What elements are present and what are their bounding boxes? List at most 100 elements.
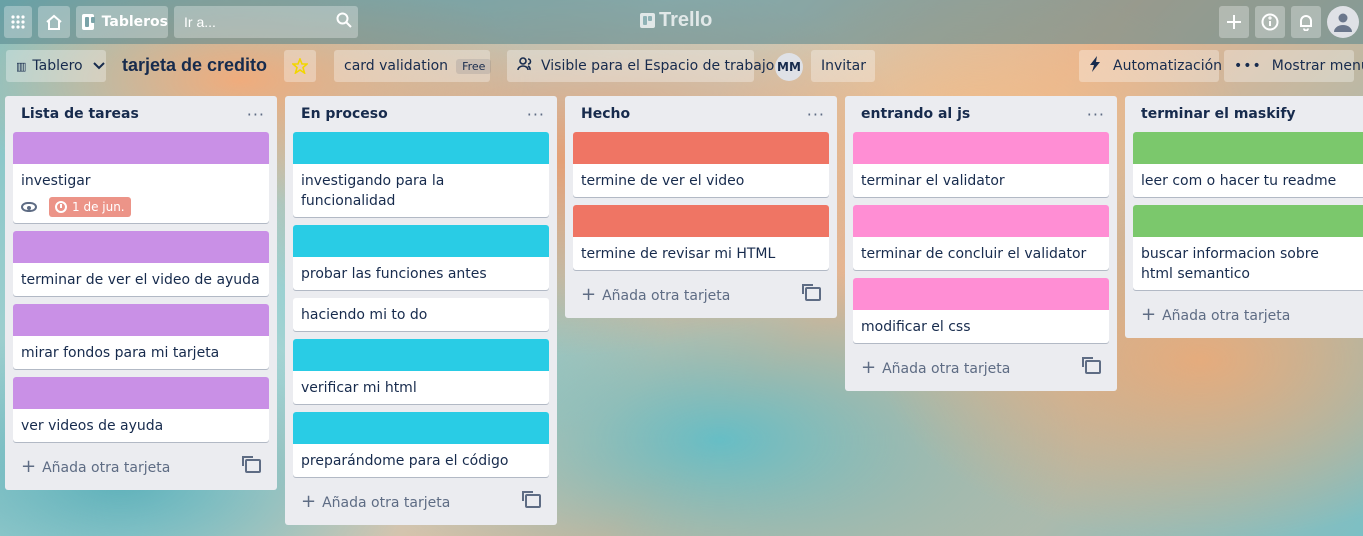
- card-title: mirar fondos para mi tarjeta: [21, 345, 220, 361]
- trello-logo-text: Trello: [659, 9, 713, 31]
- clock-icon: [55, 201, 67, 213]
- card-cover: [293, 339, 549, 371]
- apps-grid-icon[interactable]: [4, 6, 32, 38]
- card[interactable]: terminar de concluir el validator: [853, 205, 1109, 270]
- list-entrando-al-js: entrando al js ··· terminar el validator…: [845, 96, 1117, 391]
- visibility-button[interactable]: Visible para el Espacio de trabajo: [507, 50, 774, 82]
- card-title: modificar el css: [861, 319, 971, 335]
- card-title: investigar: [21, 173, 91, 189]
- create-plus-icon[interactable]: [1219, 6, 1249, 38]
- list-title[interactable]: Hecho: [581, 106, 630, 122]
- show-menu-button[interactable]: ••• Mostrar menú: [1224, 50, 1363, 82]
- list-menu-dots-icon[interactable]: ···: [247, 105, 265, 124]
- card[interactable]: mirar fondos para mi tarjeta: [13, 304, 269, 369]
- card[interactable]: probar las funciones antes: [293, 225, 549, 290]
- card-title: terminar de ver el video de ayuda: [21, 272, 260, 288]
- card[interactable]: ver videos de ayuda: [13, 377, 269, 442]
- automation-button[interactable]: Automatización: [1079, 50, 1222, 82]
- card-cover: [13, 304, 269, 336]
- card-title: leer com o hacer tu readme: [1141, 173, 1337, 189]
- search-input[interactable]: [182, 13, 326, 31]
- card-cover: [1133, 205, 1363, 237]
- card-title: terminar de concluir el validator: [861, 246, 1087, 262]
- card-title: haciendo mi to do: [301, 307, 428, 323]
- card-title: terminar el validator: [861, 173, 1005, 189]
- due-date-badge[interactable]: 1 de jun.: [49, 197, 131, 217]
- card[interactable]: termine de ver el video: [573, 132, 829, 197]
- plus-icon: +: [1141, 303, 1157, 325]
- add-card-label: Añada otra tarjeta: [42, 459, 171, 476]
- top-navigation-bar: Tableros Trello: [0, 0, 1363, 44]
- card[interactable]: modificar el css: [853, 278, 1109, 343]
- card[interactable]: terminar de ver el video de ayuda: [13, 231, 269, 296]
- card-cover: [573, 205, 829, 237]
- card-investigar[interactable]: investigar 1 de jun.: [13, 132, 269, 223]
- member-avatar[interactable]: MM: [775, 53, 803, 81]
- card-title: termine de revisar mi HTML: [581, 246, 776, 262]
- card[interactable]: preparándome para el código: [293, 412, 549, 477]
- search-icon[interactable]: [336, 12, 352, 32]
- workspace-name: card validation: [344, 58, 449, 74]
- home-icon[interactable]: [38, 6, 70, 38]
- trello-logo[interactable]: Trello: [640, 9, 712, 32]
- add-card-button[interactable]: + Añada otra tarjeta: [293, 485, 549, 517]
- board-header: ▥ Tablero tarjeta de credito card valida…: [0, 46, 1363, 88]
- card-cover: [13, 231, 269, 263]
- add-card-button[interactable]: + Añada otra tarjeta: [1133, 298, 1363, 330]
- add-card-button[interactable]: + Añada otra tarjeta: [853, 351, 1109, 383]
- chevron-down-icon: [92, 58, 105, 74]
- search-box[interactable]: [174, 6, 358, 38]
- card[interactable]: buscar informacion sobre html semantico: [1133, 205, 1363, 290]
- card[interactable]: termine de revisar mi HTML: [573, 205, 829, 270]
- add-card-label: Añada otra tarjeta: [1162, 307, 1291, 324]
- card-template-icon[interactable]: [1082, 357, 1101, 374]
- card-cover: [853, 205, 1109, 237]
- more-dots-icon: •••: [1234, 58, 1262, 74]
- card[interactable]: verificar mi html: [293, 339, 549, 404]
- card-template-icon[interactable]: [242, 456, 261, 473]
- workspace-button[interactable]: card validation Free: [334, 50, 492, 82]
- list-title[interactable]: En proceso: [301, 106, 388, 122]
- card-template-icon[interactable]: [802, 284, 821, 301]
- card-title: preparándome para el código: [301, 453, 509, 469]
- notifications-bell-icon[interactable]: [1291, 6, 1321, 38]
- add-card-button[interactable]: + Añada otra tarjeta: [573, 278, 829, 310]
- card-cover: [13, 132, 269, 164]
- info-icon[interactable]: [1255, 6, 1285, 38]
- card[interactable]: haciendo mi to do: [293, 298, 549, 331]
- view-switcher-button[interactable]: ▥ Tablero: [6, 50, 106, 82]
- show-menu-label: Mostrar menú: [1271, 58, 1363, 74]
- board-icon: [82, 14, 95, 30]
- invite-button[interactable]: Invitar: [811, 50, 875, 82]
- user-avatar-icon[interactable]: [1327, 6, 1359, 38]
- card[interactable]: leer com o hacer tu readme: [1133, 132, 1363, 197]
- due-date-label: 1 de jun.: [72, 200, 125, 214]
- board-title[interactable]: tarjeta de credito: [122, 55, 267, 76]
- list-menu-dots-icon[interactable]: ···: [527, 105, 545, 124]
- card-cover: [853, 278, 1109, 310]
- list-menu-dots-icon[interactable]: ···: [807, 105, 825, 124]
- free-badge: Free: [456, 58, 492, 74]
- card-cover: [293, 412, 549, 444]
- add-card-button[interactable]: + Añada otra tarjeta: [13, 450, 269, 482]
- star-icon[interactable]: [284, 50, 316, 82]
- plus-icon: +: [301, 490, 317, 512]
- card-title: buscar informacion sobre html semantico: [1141, 246, 1319, 282]
- card[interactable]: terminar el validator: [853, 132, 1109, 197]
- list-title[interactable]: entrando al js: [861, 106, 970, 122]
- list-title[interactable]: terminar el maskify: [1141, 106, 1296, 122]
- list-lista-de-tareas: Lista de tareas ··· investigar 1 de jun.…: [5, 96, 277, 490]
- card-title: investigando para la funcionalidad: [301, 173, 445, 209]
- card-title: probar las funciones antes: [301, 266, 487, 282]
- card-cover: [573, 132, 829, 164]
- list-menu-dots-icon[interactable]: ···: [1087, 105, 1105, 124]
- card-cover: [293, 225, 549, 257]
- boards-button[interactable]: Tableros: [76, 6, 168, 38]
- card-template-icon[interactable]: [522, 491, 541, 508]
- card-cover: [13, 377, 269, 409]
- list-en-proceso: En proceso ··· investigando para la func…: [285, 96, 557, 525]
- boards-label: Tableros: [101, 14, 168, 30]
- list-title[interactable]: Lista de tareas: [21, 106, 139, 122]
- card[interactable]: investigando para la funcionalidad: [293, 132, 549, 217]
- add-card-label: Añada otra tarjeta: [602, 287, 731, 304]
